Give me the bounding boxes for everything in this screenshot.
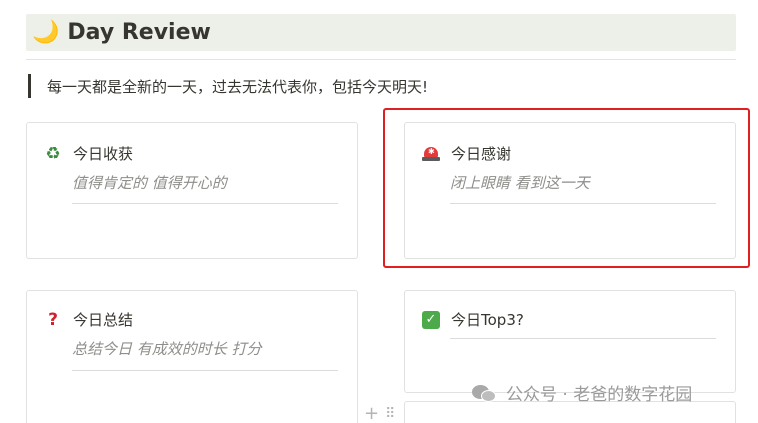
card-summary[interactable]: ? 今日总结 总结今日 有成效的时长 打分: [26, 290, 358, 423]
highlight-box: [383, 108, 750, 268]
drag-handle-icon[interactable]: ⠿: [385, 407, 395, 421]
card-title: 今日总结: [73, 311, 134, 329]
card-divider: [450, 338, 716, 339]
card-divider: [72, 203, 338, 204]
page-heading: Day Review: [67, 20, 211, 45]
watermark-text: 公众号 · 老爸的数字花园: [506, 385, 693, 405]
quote-block[interactable]: 每一天都是全新的一天，过去无法代表你，包括今天明天!: [28, 74, 428, 98]
card-title: 今日Top3?: [451, 311, 524, 329]
crescent-moon-icon: 🌙: [32, 19, 60, 45]
card-title: 今日收获: [73, 145, 134, 163]
block-handles: + ⠿: [364, 405, 395, 423]
watermark: 公众号 · 老爸的数字花园: [472, 380, 692, 405]
recycle-icon: ♻: [45, 143, 61, 164]
card-subtitle: 值得肯定的 值得开心的: [72, 174, 227, 192]
card-top3[interactable]: ✓ 今日Top3?: [404, 290, 736, 393]
check-box-icon: ✓: [421, 310, 441, 330]
card-divider: [72, 370, 338, 371]
page: 🌙 Day Review 每一天都是全新的一天，过去无法代表你，包括今天明天! …: [0, 0, 758, 423]
question-mark-icon: ?: [48, 309, 58, 330]
card-subtitle: 总结今日 有成效的时长 打分: [72, 340, 262, 358]
add-block-icon[interactable]: +: [364, 405, 379, 423]
quote-text: 每一天都是全新的一天，过去无法代表你，包括今天明天!: [47, 77, 429, 96]
wechat-icon: [472, 383, 498, 403]
heading-block[interactable]: 🌙 Day Review: [26, 14, 736, 51]
card-harvest[interactable]: ♻ 今日收获 值得肯定的 值得开心的: [26, 122, 358, 259]
divider: [26, 59, 736, 60]
